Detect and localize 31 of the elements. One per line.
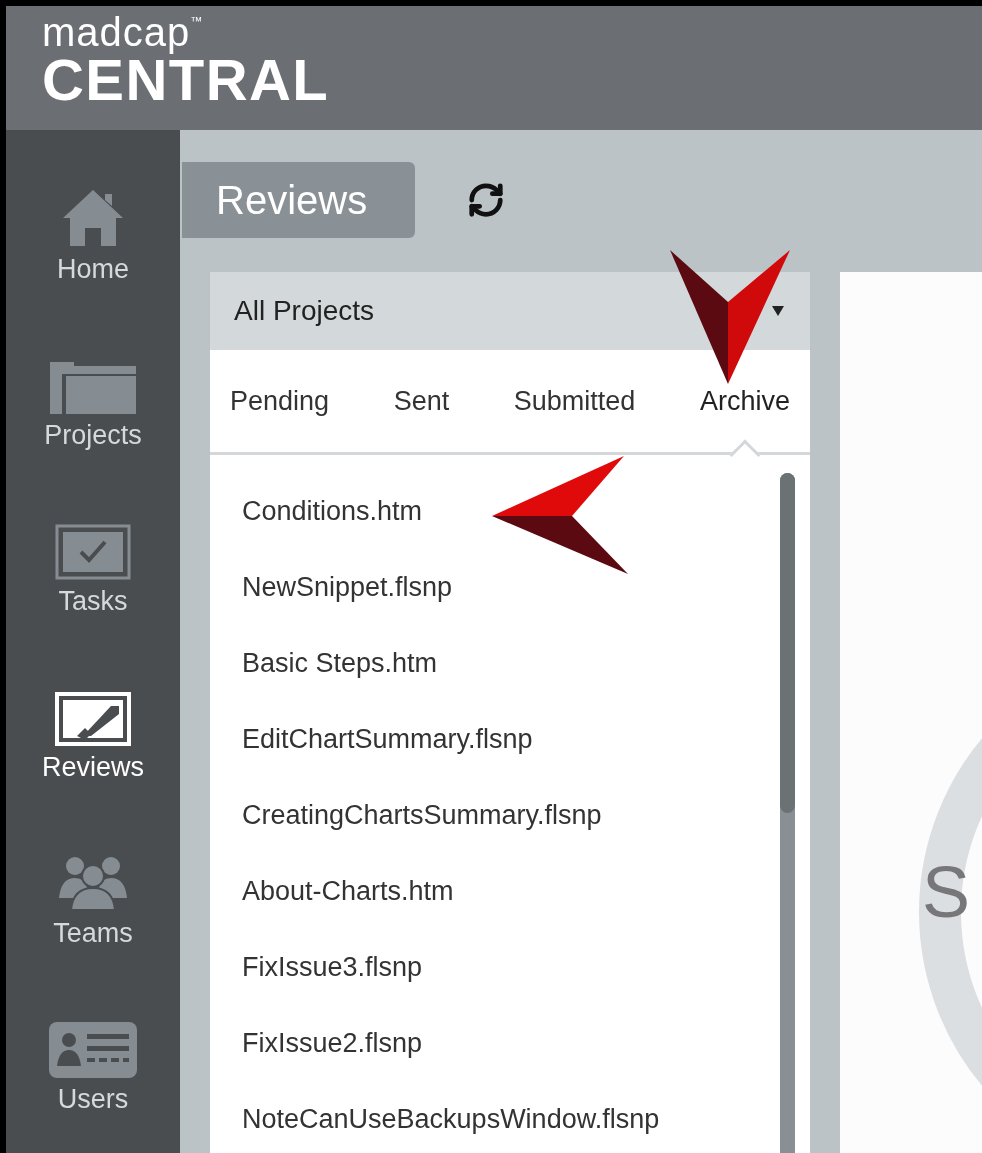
checkbox-icon	[55, 524, 131, 580]
file-list-item[interactable]: Conditions.htm	[242, 493, 780, 529]
folder-icon	[50, 362, 136, 414]
file-list-item[interactable]: NewSnippet.flsnp	[242, 569, 780, 605]
sidebar-item[interactable]: Reviews	[18, 656, 168, 784]
sidebar-item[interactable]: Home	[18, 158, 168, 286]
tab[interactable]: Submitted	[513, 383, 636, 419]
caret-icon	[772, 306, 784, 316]
sidebar-item[interactable]: Teams	[18, 822, 168, 950]
pen-frame-icon	[55, 692, 131, 746]
file-list-item[interactable]: FixIssue3.flsnp	[242, 949, 780, 985]
file-list-item[interactable]: FixIssue2.flsnp	[242, 1025, 780, 1061]
house-icon	[61, 188, 125, 248]
project-dropdown[interactable]: All Projects	[210, 272, 810, 350]
sidebar-item[interactable]: Tasks	[18, 490, 168, 618]
tab[interactable]: Pending	[230, 383, 330, 419]
sidebar-item[interactable]: Projects	[18, 324, 168, 452]
file-list-item[interactable]: CreatingChartsSummary.flsnp	[242, 797, 780, 833]
group-icon	[57, 854, 129, 912]
file-list-item[interactable]: EditChartSummary.flsnp	[242, 721, 780, 757]
tab[interactable]: Archive	[699, 383, 790, 419]
scrollbar[interactable]	[780, 473, 795, 1153]
detail-text: S	[922, 852, 971, 932]
file-list-item[interactable]: NoteCanUseBackupsWindow.flsnp	[242, 1101, 780, 1137]
tab[interactable]: Sent	[393, 383, 450, 419]
id-card-icon	[49, 1022, 137, 1078]
refresh-icon[interactable]	[467, 181, 505, 219]
file-list-item[interactable]: Basic Steps.htm	[242, 645, 780, 681]
sidebar-item[interactable]: Users	[18, 988, 168, 1116]
trademark-mark: ™	[190, 14, 203, 28]
file-list-item[interactable]: About-Charts.htm	[242, 873, 780, 909]
